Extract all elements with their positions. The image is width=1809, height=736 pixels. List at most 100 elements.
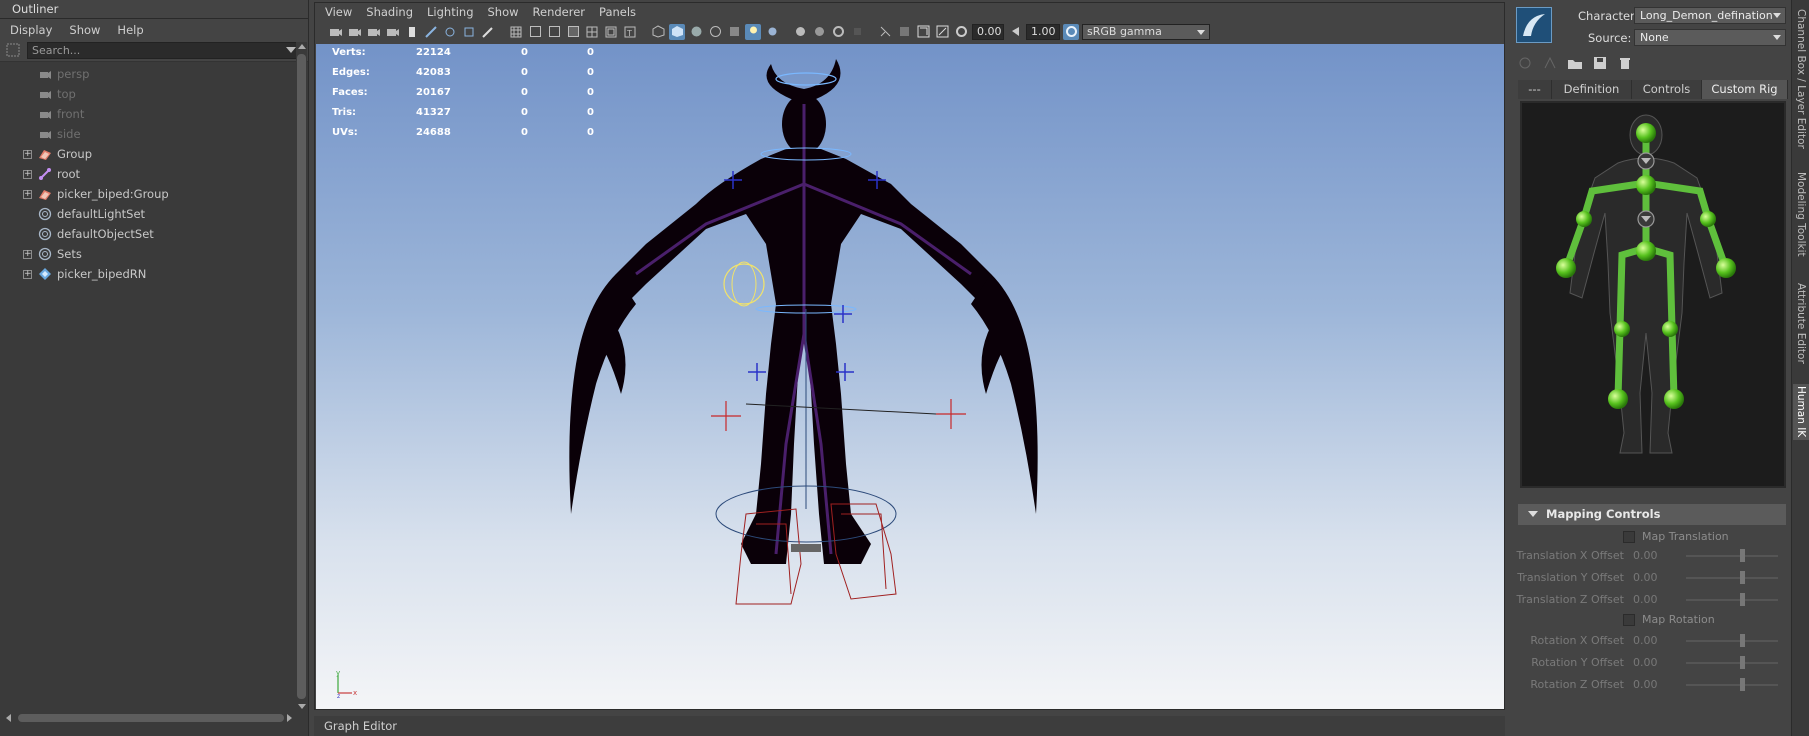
menu-show[interactable]: Show: [488, 5, 519, 19]
xray-active-icon[interactable]: [934, 24, 950, 40]
right-hand-joint[interactable]: [1716, 258, 1736, 278]
isolate-select-icon[interactable]: [877, 24, 893, 40]
menu-renderer[interactable]: Renderer: [533, 5, 586, 19]
scroll-up-icon[interactable]: [298, 44, 306, 49]
scroll-left-icon[interactable]: [6, 714, 11, 722]
field-chart-icon[interactable]: [584, 24, 600, 40]
grid-icon[interactable]: [508, 24, 524, 40]
offset-slider-handle[interactable]: [1740, 656, 1745, 669]
offset-value-field[interactable]: 0.00: [1630, 655, 1668, 671]
hips-joint[interactable]: [1636, 241, 1656, 261]
outliner-item[interactable]: defaultObjectSet: [0, 224, 295, 244]
right-knee-joint[interactable]: [1662, 321, 1678, 337]
map-rotation-checkbox[interactable]: [1623, 614, 1635, 626]
tab-attribute-editor[interactable]: Attribute Editor: [1793, 278, 1809, 368]
motion-blur-icon[interactable]: [811, 24, 827, 40]
filter-icon[interactable]: [6, 43, 21, 58]
map-translation-checkbox[interactable]: [1623, 531, 1635, 543]
select-camera-icon[interactable]: [328, 24, 344, 40]
resolution-gate-icon[interactable]: [546, 24, 562, 40]
outliner-vertical-scrollbar[interactable]: [296, 42, 307, 712]
menu-help[interactable]: Help: [117, 23, 143, 37]
source-dropdown[interactable]: None: [1634, 29, 1786, 46]
outliner-item[interactable]: side: [0, 124, 295, 144]
bookmark-flag-icon[interactable]: [404, 24, 420, 40]
safe-title-icon[interactable]: T: [622, 24, 638, 40]
use-all-lights-icon[interactable]: [745, 23, 761, 40]
xray-icon[interactable]: [896, 24, 912, 40]
safe-action-icon[interactable]: [603, 24, 619, 40]
image-plane-icon[interactable]: [385, 24, 401, 40]
default-material-icon[interactable]: [688, 24, 704, 40]
outliner-item[interactable]: top: [0, 84, 295, 104]
wireframe-on-shaded-icon[interactable]: [707, 24, 723, 40]
film-gate-icon[interactable]: [527, 24, 543, 40]
chest-joint[interactable]: [1636, 175, 1656, 195]
offset-value-field[interactable]: 0.00: [1630, 592, 1668, 608]
viewport-canvas[interactable]: Verts: 22124 0 0 Edges: 42083 0 0 Faces: 20167 0 0 T…: [316, 44, 1504, 709]
outliner-item[interactable]: + root: [0, 164, 295, 184]
offset-value-field[interactable]: 0.00: [1630, 677, 1668, 693]
outliner-item[interactable]: + picker_biped:Group: [0, 184, 295, 204]
outliner-horizontal-scrollbar[interactable]: [4, 712, 294, 724]
offset-value-field[interactable]: 0.00: [1630, 633, 1668, 649]
right-foot-joint[interactable]: [1664, 389, 1684, 409]
outliner-item[interactable]: defaultLightSet: [0, 204, 295, 224]
textured-icon[interactable]: [726, 24, 742, 40]
expand-icon[interactable]: +: [23, 269, 32, 279]
tab-human-ik[interactable]: Human IK: [1793, 384, 1809, 440]
offset-slider-handle[interactable]: [1740, 678, 1745, 691]
outliner-item[interactable]: + Sets: [0, 244, 295, 264]
outliner-item[interactable]: persp: [0, 64, 295, 84]
exposure-icon[interactable]: [953, 24, 969, 40]
custom-rig-character-view[interactable]: [1520, 101, 1786, 488]
xray-joints-icon[interactable]: [915, 24, 931, 40]
tab-modeling-toolkit[interactable]: Modeling Toolkit: [1793, 166, 1809, 262]
search-input[interactable]: Search...: [27, 42, 301, 59]
tab-controls[interactable]: Controls: [1632, 80, 1702, 99]
color-space-dropdown[interactable]: sRGB gamma: [1082, 23, 1210, 40]
offset-slider-handle[interactable]: [1740, 593, 1745, 606]
tab-channel-box[interactable]: Channel Box / Layer Editor: [1793, 4, 1809, 154]
tab-definition[interactable]: Definition: [1552, 80, 1632, 99]
shadows-icon[interactable]: [764, 24, 780, 40]
depth-of-field-icon[interactable]: [849, 24, 865, 40]
tab-empty[interactable]: ---: [1518, 80, 1552, 99]
smooth-shade-icon[interactable]: [669, 23, 685, 40]
character-dropdown[interactable]: Long_Demon_defination: [1634, 7, 1786, 24]
view-transform-icon[interactable]: [1063, 23, 1079, 40]
offset-slider-track[interactable]: [1686, 555, 1778, 557]
outliner-item[interactable]: + picker_bipedRN: [0, 264, 295, 284]
offset-slider-handle[interactable]: [1740, 634, 1745, 647]
camera-attributes-icon[interactable]: [347, 24, 363, 40]
expand-icon[interactable]: +: [23, 149, 32, 159]
menu-view[interactable]: View: [325, 5, 352, 19]
pan-zoom-icon[interactable]: [423, 24, 439, 40]
offset-slider-handle[interactable]: [1740, 549, 1745, 562]
expand-icon[interactable]: +: [23, 189, 32, 199]
trash-icon[interactable]: [1616, 55, 1634, 71]
gamma-icon[interactable]: [1007, 24, 1023, 40]
save-icon[interactable]: [1591, 55, 1609, 71]
left-hand-joint[interactable]: [1556, 258, 1576, 278]
menu-panels[interactable]: Panels: [599, 5, 636, 19]
wireframe-icon[interactable]: [650, 24, 666, 40]
offset-value-field[interactable]: 0.00: [1630, 570, 1668, 586]
expand-icon[interactable]: +: [23, 169, 32, 179]
menu-show[interactable]: Show: [69, 23, 100, 37]
screen-space-ao-icon[interactable]: [792, 24, 808, 40]
bookmarks-icon[interactable]: [366, 24, 382, 40]
demon-character-mesh[interactable]: [569, 59, 1038, 564]
head-joint[interactable]: [1636, 123, 1656, 143]
offset-slider-track[interactable]: [1686, 662, 1778, 664]
scroll-thumb[interactable]: [297, 54, 306, 699]
anti-aliasing-icon[interactable]: [830, 24, 846, 40]
right-elbow-joint[interactable]: [1700, 211, 1716, 227]
scroll-down-icon[interactable]: [298, 704, 306, 709]
exposure-field[interactable]: 0.00: [972, 23, 1004, 40]
left-elbow-joint[interactable]: [1576, 211, 1592, 227]
offset-slider-track[interactable]: [1686, 640, 1778, 642]
offset-slider-handle[interactable]: [1740, 571, 1745, 584]
left-knee-joint[interactable]: [1614, 321, 1630, 337]
scroll-right-icon[interactable]: [287, 714, 292, 722]
